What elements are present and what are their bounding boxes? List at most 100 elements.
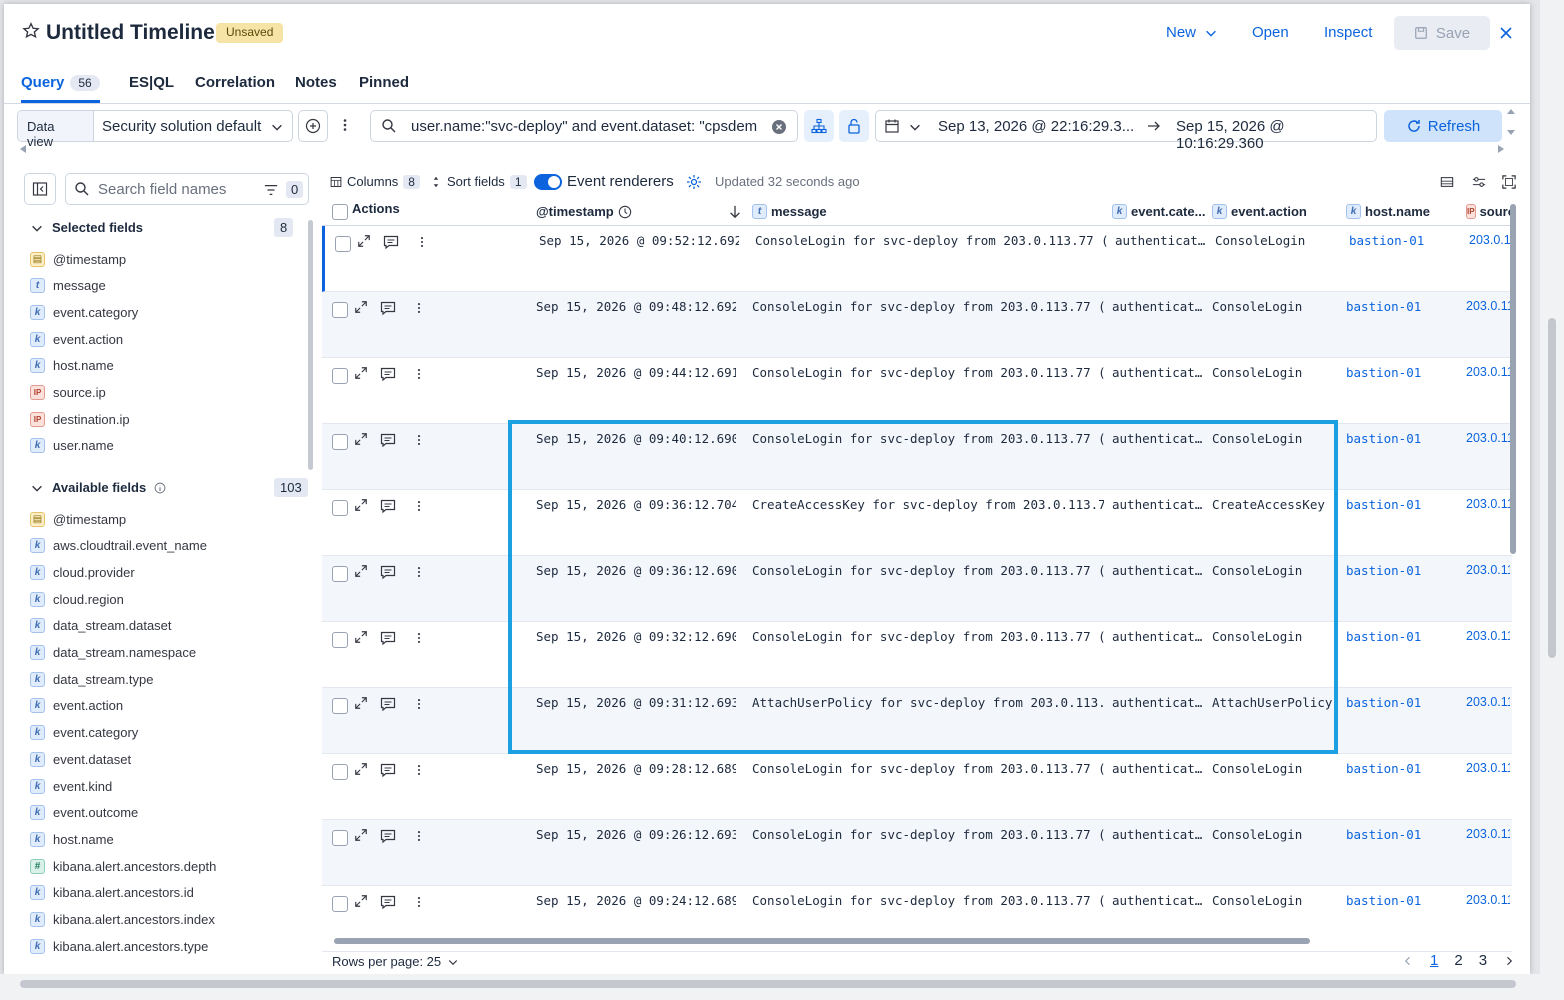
field-item[interactable]: ▤ @timestamp xyxy=(30,508,126,530)
table-row[interactable]: Sep 15, 2026 @ 09:28:12.689 ConsoleLogin … xyxy=(322,754,1512,820)
field-item[interactable]: k cloud.region xyxy=(30,588,124,610)
event-action-cell[interactable]: CreateAccessKey xyxy=(1212,497,1340,512)
expand-icon[interactable] xyxy=(354,630,368,644)
event-action-cell[interactable]: ConsoleLogin xyxy=(1215,233,1343,248)
comment-icon[interactable] xyxy=(380,366,396,382)
event-category-cell[interactable]: authenticat… xyxy=(1112,629,1206,644)
data-view-picker[interactable]: Data view Security solution default xyxy=(17,110,293,149)
table-row[interactable]: Sep 15, 2026 @ 09:36:12.690 ConsoleLogin … xyxy=(322,556,1512,622)
field-item[interactable]: k event.outcome xyxy=(30,802,138,824)
star-icon[interactable] xyxy=(22,22,40,40)
table-row[interactable]: Sep 15, 2026 @ 09:32:12.690 ConsoleLogin … xyxy=(322,622,1512,688)
chevron-right-icon[interactable] xyxy=(1503,955,1515,967)
vertical-dots-icon[interactable] xyxy=(412,432,426,448)
tab-correlation[interactable]: Correlation xyxy=(195,74,275,100)
field-item[interactable]: k host.name xyxy=(30,355,114,377)
page-1[interactable]: 1 xyxy=(1430,952,1438,969)
comment-icon[interactable] xyxy=(380,432,396,448)
row-checkbox[interactable] xyxy=(332,434,348,450)
event-category-cell[interactable]: authenticat… xyxy=(1112,299,1206,314)
source-ip-cell[interactable]: 203.0.11 xyxy=(1466,827,1510,841)
event-action-cell[interactable]: ConsoleLogin xyxy=(1212,563,1340,578)
table-row[interactable]: Sep 15, 2026 @ 09:31:12.693 AttachUserPol… xyxy=(322,688,1512,754)
host-name-cell[interactable]: bastion-01 xyxy=(1346,431,1456,446)
vertical-dots-icon[interactable] xyxy=(412,696,426,712)
querybar-scroll-arrows[interactable] xyxy=(1506,106,1516,142)
timestamp-cell[interactable]: Sep 15, 2026 @ 09:36:12.690 xyxy=(536,563,736,578)
field-item[interactable]: IP destination.ip xyxy=(30,408,130,430)
message-cell[interactable]: CreateAccessKey for svc-deploy from 203.… xyxy=(752,497,1104,512)
source-ip-cell[interactable]: 203.0.11 xyxy=(1466,497,1510,511)
field-item[interactable]: k data_stream.namespace xyxy=(30,642,196,664)
renderers-switch[interactable] xyxy=(534,173,562,190)
fullscreen-icon[interactable] xyxy=(1502,175,1516,189)
info-icon[interactable] xyxy=(154,482,166,494)
vertical-dots-icon[interactable] xyxy=(412,498,426,514)
expand-icon[interactable] xyxy=(357,234,371,248)
message-cell[interactable]: ConsoleLogin for svc-deploy from 203.0.1… xyxy=(752,827,1104,842)
host-name-cell[interactable]: bastion-01 xyxy=(1346,497,1456,512)
host-name-cell[interactable]: bastion-01 xyxy=(1346,365,1456,380)
comment-icon[interactable] xyxy=(383,234,399,250)
host-name-cell[interactable]: bastion-01 xyxy=(1346,893,1456,908)
event-category-cell[interactable]: authenticat… xyxy=(1112,761,1206,776)
message-cell[interactable]: ConsoleLogin for svc-deploy from 203.0.1… xyxy=(752,431,1104,446)
event-action-cell[interactable]: ConsoleLogin xyxy=(1212,761,1340,776)
timestamp-cell[interactable]: Sep 15, 2026 @ 09:24:12.689 xyxy=(536,893,736,908)
new-button[interactable]: New xyxy=(1166,24,1196,41)
field-search-input[interactable]: Search field names 0 xyxy=(65,173,309,205)
vertical-dots-icon[interactable] xyxy=(412,366,426,382)
host-name-cell[interactable]: bastion-01 xyxy=(1346,695,1456,710)
event-category-cell[interactable]: authenticat… xyxy=(1112,893,1206,908)
field-item[interactable]: # kibana.alert.ancestors.depth xyxy=(30,855,216,877)
sort-fields-button[interactable]: Sort fields 1 xyxy=(430,174,527,189)
row-checkbox[interactable] xyxy=(332,566,348,582)
host-name-cell[interactable]: bastion-01 xyxy=(1349,233,1459,248)
comment-icon[interactable] xyxy=(380,630,396,646)
vertical-dots-icon[interactable] xyxy=(412,564,426,580)
event-category-cell[interactable]: authenticat… xyxy=(1112,563,1206,578)
vertical-dots-icon[interactable] xyxy=(412,828,426,844)
page-2[interactable]: 2 xyxy=(1454,952,1462,969)
field-item[interactable]: k cloud.provider xyxy=(30,561,135,583)
field-item[interactable]: k event.category xyxy=(30,301,138,323)
event-category-header[interactable]: k event.cate... xyxy=(1112,204,1205,219)
close-icon[interactable] xyxy=(1498,25,1514,41)
field-item[interactable]: k event.kind xyxy=(30,775,112,797)
host-name-cell[interactable]: bastion-01 xyxy=(1346,299,1456,314)
field-item[interactable]: IP source.ip xyxy=(30,382,106,404)
event-action-cell[interactable]: ConsoleLogin xyxy=(1212,431,1340,446)
open-button[interactable]: Open xyxy=(1252,24,1289,41)
timestamp-cell[interactable]: Sep 15, 2026 @ 09:26:12.693 xyxy=(536,827,736,842)
event-category-cell[interactable]: authenticat… xyxy=(1112,431,1206,446)
source-ip-header[interactable]: IP sourc xyxy=(1466,204,1510,219)
source-ip-cell[interactable]: 203.0.11 xyxy=(1466,695,1510,709)
expand-icon[interactable] xyxy=(354,564,368,578)
chevron-down-icon[interactable] xyxy=(908,120,922,134)
row-checkbox[interactable] xyxy=(332,896,348,912)
field-item[interactable]: k data_stream.type xyxy=(30,668,153,690)
columns-button[interactable]: Columns 8 xyxy=(330,174,420,189)
vertical-dots-icon[interactable] xyxy=(412,630,426,646)
timestamp-cell[interactable]: Sep 15, 2026 @ 09:32:12.690 xyxy=(536,629,736,644)
table-row[interactable]: Sep 15, 2026 @ 09:26:12.693 ConsoleLogin … xyxy=(322,820,1512,886)
comment-icon[interactable] xyxy=(380,828,396,844)
source-ip-cell[interactable]: 203.0.11 xyxy=(1469,233,1513,247)
host-name-cell[interactable]: bastion-01 xyxy=(1346,761,1456,776)
event-category-cell[interactable]: authenticat… xyxy=(1112,497,1206,512)
message-cell[interactable]: AttachUserPolicy for svc-deploy from 203… xyxy=(752,695,1104,710)
row-checkbox[interactable] xyxy=(332,698,348,714)
host-name-cell[interactable]: bastion-01 xyxy=(1346,827,1456,842)
expand-icon[interactable] xyxy=(354,762,368,776)
gear-icon[interactable] xyxy=(686,174,702,190)
comment-icon[interactable] xyxy=(380,696,396,712)
filter-icon[interactable] xyxy=(264,183,278,197)
add-filter-button[interactable] xyxy=(298,110,328,142)
query-tree-button[interactable] xyxy=(804,110,834,142)
page-horizontal-thumb[interactable] xyxy=(20,980,1516,988)
selected-fields-toggle[interactable]: Selected fields xyxy=(30,220,143,235)
event-action-cell[interactable]: ConsoleLogin xyxy=(1212,365,1340,380)
event-action-cell[interactable]: ConsoleLogin xyxy=(1212,827,1340,842)
expand-icon[interactable] xyxy=(354,498,368,512)
inspect-button[interactable]: Inspect xyxy=(1324,24,1372,41)
